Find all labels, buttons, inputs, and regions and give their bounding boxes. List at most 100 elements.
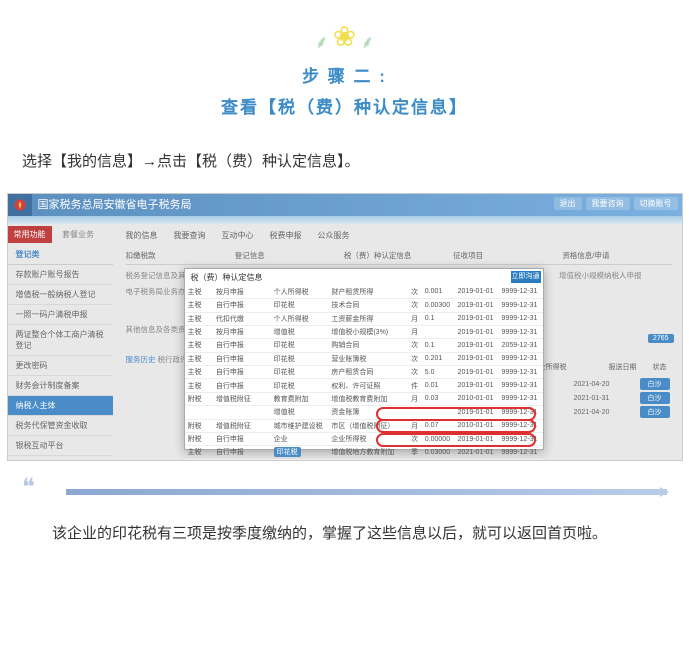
- step-number-title: 步 骤 二 :: [0, 62, 689, 87]
- nav-interact[interactable]: 互动中心: [222, 230, 254, 241]
- table-cell: 2019-01-01: [455, 299, 499, 312]
- table-cell: 9999-12-31: [499, 392, 543, 405]
- sidebar-item[interactable]: 存款账户账号报告: [8, 265, 113, 285]
- table-cell: 印花税: [271, 339, 329, 352]
- summary-action-button[interactable]: 白沙: [640, 378, 670, 390]
- nav-my-info[interactable]: 我的信息: [126, 230, 158, 241]
- table-cell: 月: [408, 325, 422, 338]
- quote-bar: [66, 489, 667, 495]
- sidebar-item[interactable]: 财务会计制度备案: [8, 376, 113, 396]
- table-cell: 购销合同: [328, 339, 408, 352]
- table-cell: 2019-01-01: [455, 352, 499, 365]
- right-declaration-link[interactable]: 增值税小规模纳税人申报: [559, 270, 642, 281]
- table-row: 主税自行申报印花税增值税地方教育附加季0.030002021-01-019999…: [185, 446, 543, 459]
- count-badge: 2765: [648, 334, 674, 343]
- summary-date: 2021-04-20: [568, 381, 616, 388]
- table-cell: [408, 406, 422, 419]
- table-cell: 增值税小规模(3%): [328, 325, 408, 338]
- table-cell: [422, 325, 455, 338]
- table-cell: 增值税: [271, 325, 329, 338]
- table-cell: 企业: [271, 432, 329, 445]
- sidebar-item[interactable]: 一照一码户清税申报: [8, 305, 113, 325]
- table-cell: 印花税: [271, 299, 329, 312]
- table-cell: 印花税: [271, 352, 329, 365]
- table-cell: 地方教育附加: [271, 459, 329, 461]
- table-cell: 2019-01-01: [455, 325, 499, 338]
- sidebar-tab-package[interactable]: 套餐业务: [56, 226, 100, 243]
- table-cell: 0.201: [422, 352, 455, 365]
- table-cell: 次: [408, 299, 422, 312]
- table-cell: 月: [408, 419, 422, 432]
- table-cell: 主税: [185, 339, 213, 352]
- right-col-header: 状态: [653, 362, 667, 372]
- table-cell: 0.1: [422, 312, 455, 325]
- sidebar-item[interactable]: 出口退（免）税企业备案: [8, 456, 113, 461]
- table-row: 主税自行申报印花税购销合同次0.12019-01-012059-12-31: [185, 339, 543, 352]
- table-cell: 附税: [185, 419, 213, 432]
- sidebar-item[interactable]: 税务代保管资金收取: [8, 416, 113, 436]
- table-cell: 主税: [185, 352, 213, 365]
- table-cell: 2019-01-01: [455, 366, 499, 379]
- table-row: 主税代扣代缴个人所得税工资薪金所得月0.12019-01-019999-12-3…: [185, 312, 543, 325]
- sidebar-section-taxpayer[interactable]: 纳税人主体: [8, 396, 113, 416]
- summary-action-button[interactable]: 白沙: [640, 406, 670, 418]
- table-cell: 月: [408, 392, 422, 405]
- instruction-text: 选择【我的信息】→点击【税（费）种认定信息】。: [22, 148, 667, 175]
- table-cell: 个人所得税: [271, 286, 329, 299]
- leaf-left-icon: ⸙: [315, 30, 329, 54]
- table-cell: 增值税地方教育附加: [328, 446, 408, 459]
- right-col-header: 报送日期: [609, 362, 637, 372]
- table-cell: 主税: [185, 299, 213, 312]
- table-cell: 主税: [185, 446, 213, 459]
- step-subtitle: 查看【税（费）种认定信息】: [0, 93, 689, 118]
- tax-type-table: 主税按月申报个人所得税财产租赁所得次0.0012019-01-019999-12…: [185, 286, 543, 461]
- table-cell: 印花税: [271, 379, 329, 392]
- table-row: 附税增值税附征城市维护建设税市区（增值税附征）月0.072010-01-0199…: [185, 419, 543, 432]
- table-cell: 增值税教育费附加: [328, 392, 408, 405]
- table-cell: 0.00000: [422, 432, 455, 445]
- sidebar-item[interactable]: 银税互动平台: [8, 436, 113, 456]
- table-cell: 2019-01-01: [455, 339, 499, 352]
- table-cell: 次: [408, 366, 422, 379]
- table-cell: [185, 406, 213, 419]
- table-cell: 9999-12-31: [499, 432, 543, 445]
- table-cell: 营业账簿税: [328, 352, 408, 365]
- table-cell: 0.03000: [422, 446, 455, 459]
- sidebar-tab-common[interactable]: 常用功能: [8, 226, 52, 243]
- sidebar-item[interactable]: 两证整合个体工商户清税登记: [8, 325, 113, 356]
- table-cell: 9999-12-31: [499, 286, 543, 299]
- table-cell: 2019-01-01: [455, 432, 499, 445]
- table-cell: 企业所得税: [328, 432, 408, 445]
- dialog-close-button[interactable]: 立即沟通: [511, 271, 541, 283]
- history-tab-active[interactable]: 服务历史: [126, 354, 156, 365]
- consult-button[interactable]: 我要咨询: [586, 197, 630, 210]
- table-cell: 房产租赁合同: [328, 366, 408, 379]
- quote-mark-icon: ❝: [22, 473, 29, 502]
- table-cell: 工资薪金所得: [328, 312, 408, 325]
- table-cell: 自行申报: [213, 379, 271, 392]
- nav-query[interactable]: 我要查询: [174, 230, 206, 241]
- table-cell: 9999-12-31: [499, 446, 543, 459]
- table-row: 附税自行申报企业企业所得税次0.000002019-01-019999-12-3…: [185, 432, 543, 445]
- table-row: 主税自行申报印花税权利、许可证照件0.012019-01-019999-12-3…: [185, 379, 543, 392]
- logout-button[interactable]: 退出: [554, 197, 582, 210]
- table-cell: 增值税附征: [213, 392, 271, 405]
- table-cell: 自行申报: [213, 446, 271, 459]
- table-cell: 月: [408, 312, 422, 325]
- table-cell: 主税: [185, 366, 213, 379]
- table-cell: 次: [408, 352, 422, 365]
- sidebar-item[interactable]: 增值税一般纳税人登记: [8, 285, 113, 305]
- sidebar-item[interactable]: 更改密码: [8, 356, 113, 376]
- table-cell: 0.001: [422, 286, 455, 299]
- summary-action-button[interactable]: 白沙: [640, 392, 670, 404]
- bottom-explanation: 该企业的印花税有三项是按季度缴纳的，掌握了这些信息以后，就可以返回首页啦。: [22, 517, 667, 550]
- section-headers: 扣缴税款 登记信息 税（费）种认定信息 征收项目 资格信息/申请: [126, 250, 672, 265]
- switch-button[interactable]: 切换账号: [634, 197, 678, 210]
- nav-public[interactable]: 公众服务: [318, 230, 350, 241]
- summary-date: 2021-01-31: [568, 395, 616, 402]
- table-cell: 城市维护建设税: [271, 419, 329, 432]
- table-cell: 自行申报: [213, 366, 271, 379]
- app-screenshot: 国家税务总局安徽省电子税务局 退出 我要咨询 切换账号 常用功能 套餐业务 登记…: [7, 193, 683, 461]
- table-row: 主税自行申报印花税房产租赁合同次5.02019-01-019999-12-31: [185, 366, 543, 379]
- nav-declare[interactable]: 税费申报: [270, 230, 302, 241]
